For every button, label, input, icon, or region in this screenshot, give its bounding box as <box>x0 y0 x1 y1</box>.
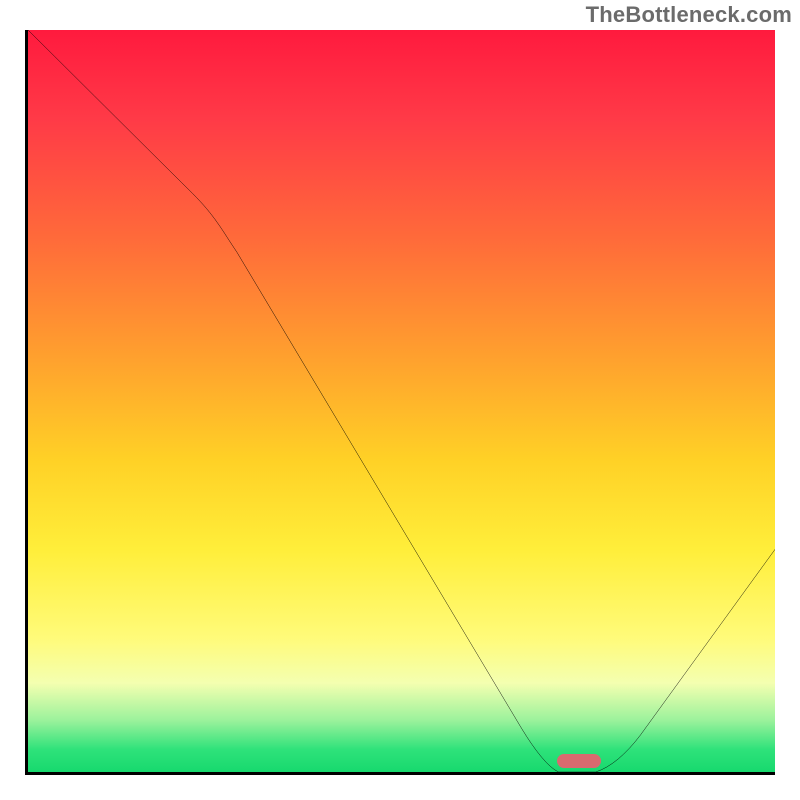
plot-area <box>25 30 775 775</box>
bottleneck-curve <box>28 30 775 772</box>
watermark-text: TheBottleneck.com <box>586 2 792 28</box>
optimum-marker <box>557 754 601 768</box>
chart-canvas: TheBottleneck.com <box>0 0 800 800</box>
